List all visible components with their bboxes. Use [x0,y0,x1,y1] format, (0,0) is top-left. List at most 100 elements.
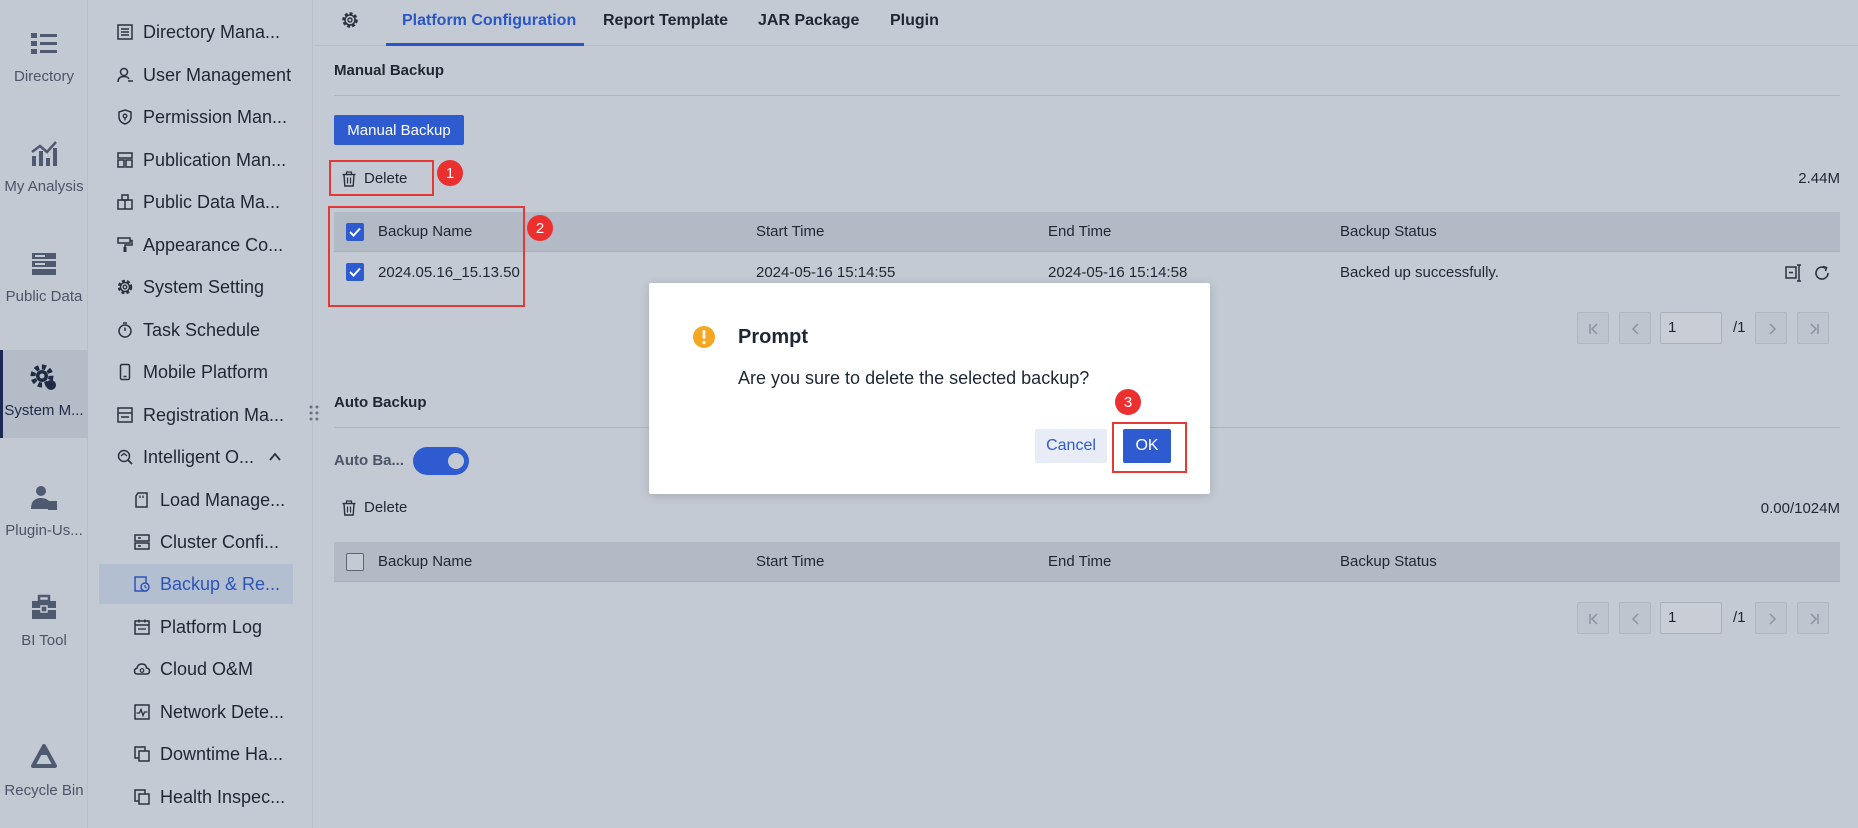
rail-item-directory[interactable]: Directory [0,16,88,104]
tab-jar-package[interactable]: JAR Package [758,12,859,30]
page-number-input[interactable]: 1 [1660,312,1722,344]
layout-icon [117,152,133,168]
nav-item-label: Appearance Co... [143,234,284,255]
nav-item-backup-restore[interactable]: Backup & Re... [99,564,293,604]
nav-item-intelligent-om[interactable]: Intelligent O... [89,437,313,477]
nav-item-platform-log[interactable]: Platform Log [89,607,313,647]
nav-item-label: Task Schedule [143,319,261,340]
nav-item-system-setting[interactable]: System Setting [89,267,313,307]
section-divider [334,95,1840,96]
last-page-icon [1810,613,1819,625]
auto-backup-table-header: Backup Name Start Time End Time Backup S… [334,542,1840,582]
pager-prev-button[interactable] [1619,602,1651,634]
nav-item-network-detection[interactable]: Network Dete... [89,692,313,732]
nav-item-label: System Setting [143,276,265,297]
nav-item-downtime-handling[interactable]: Downtime Ha... [89,734,313,774]
rail-item-public-data[interactable]: Public Data [0,236,88,324]
nav-item-load-management[interactable]: Load Manage... [89,480,313,520]
select-all-checkbox[interactable] [346,553,364,571]
nav-item-label: Publication Man... [143,149,287,170]
pager-last-button[interactable] [1797,602,1829,634]
pager-first-button[interactable] [1577,312,1609,344]
rail-item-system-management[interactable]: System M... [0,350,88,438]
nav-item-health-inspection[interactable]: Health Inspec... [89,777,313,817]
first-page-icon [1589,613,1598,625]
nav-item-publication-management[interactable]: Publication Man... [89,140,313,180]
analysis-chart-icon [31,141,57,166]
nav-item-label: Cloud O&M [160,658,254,679]
column-backup-status: Backup Status [1340,553,1437,570]
top-tab-bar: Platform Configuration Report Template J… [314,0,1858,46]
rail-item-recycle-bin[interactable]: Recycle Bin [0,730,88,818]
rail-label: Plugin-Us... [5,522,83,539]
first-page-icon [1589,323,1598,335]
nav-item-user-management[interactable]: User Management [89,55,313,95]
nav-item-cluster-configuration[interactable]: Cluster Confi... [89,522,313,562]
copy-document-icon [134,789,150,805]
rail-label: Public Data [5,288,83,305]
calendar-log-icon [134,619,150,635]
cancel-button[interactable]: Cancel [1035,429,1107,463]
nav-item-mobile-platform[interactable]: Mobile Platform [89,352,313,392]
panel-resize-handle-icon[interactable] [307,404,321,422]
auto-backup-toggle[interactable] [413,447,469,475]
tab-report-template[interactable]: Report Template [603,12,728,30]
gear-icon [117,279,133,295]
chevron-left-icon [1631,613,1639,625]
nav-item-directory-management[interactable]: Directory Mana... [89,12,313,52]
nav-item-label: Load Manage... [160,489,286,510]
rail-item-plugin-use[interactable]: Plugin-Us... [0,470,88,558]
toolbox-icon [32,594,56,619]
registration-icon [117,407,133,423]
warning-icon [693,326,715,348]
column-backup-status: Backup Status [1340,223,1437,240]
nav-item-label: Downtime Ha... [160,743,284,764]
shield-icon [118,109,132,125]
manual-backup-button[interactable]: Manual Backup [334,115,464,145]
page-number-input[interactable]: 1 [1660,602,1722,634]
nav-item-task-schedule[interactable]: Task Schedule [89,310,313,350]
rail-item-bi-tool[interactable]: BI Tool [0,580,88,668]
chevron-up-icon[interactable] [268,450,282,464]
tab-plugin[interactable]: Plugin [890,12,939,30]
delete-label: Delete [364,499,408,516]
system-nav-panel: Directory Mana... User Management Permis… [89,0,313,828]
tab-platform-configuration[interactable]: Platform Configuration [402,12,576,30]
paint-roller-icon [117,237,133,252]
restore-icon[interactable] [1784,263,1804,283]
cell-end-time: 2024-05-16 15:14:58 [1048,264,1188,281]
pager-first-button[interactable] [1577,602,1609,634]
annotation-box-selection [328,206,525,307]
copy-document-icon [134,746,150,762]
server-icon [134,534,150,550]
dialog-message: Are you sure to delete the selected back… [738,368,1090,388]
chevron-left-icon [1631,323,1639,335]
cell-backup-status: Backed up successfully. [1340,264,1499,281]
pager-last-button[interactable] [1797,312,1829,344]
refresh-icon[interactable] [1812,263,1832,283]
annotation-box-ok [1112,422,1187,473]
settings-gear-icon[interactable] [340,10,360,30]
nav-item-permission-management[interactable]: Permission Man... [89,97,313,137]
manual-backup-table-header: Backup Name Start Time End Time Backup S… [334,212,1840,252]
nav-item-label: Permission Man... [143,106,288,127]
nav-item-appearance-configuration[interactable]: Appearance Co... [89,225,313,265]
nav-item-cloud-om[interactable]: Cloud O&M [89,649,313,689]
pager-prev-button[interactable] [1619,312,1651,344]
annotation-badge-3: 3 [1115,389,1141,415]
rail-label: BI Tool [21,632,67,649]
nav-item-registration-management[interactable]: Registration Ma... [89,395,313,435]
rail-item-my-analysis[interactable]: My Analysis [0,126,88,214]
nav-item-label: Network Dete... [160,701,285,722]
cell-start-time: 2024-05-16 15:14:55 [756,264,896,281]
nav-item-public-data-management[interactable]: Public Data Ma... [89,182,313,222]
nav-item-label: Directory Mana... [143,21,281,42]
pager-next-button[interactable] [1755,602,1787,634]
page-total: /1 [1733,319,1746,336]
nav-item-label: Platform Log [160,616,263,637]
user-icon [117,67,133,83]
auto-delete-button[interactable]: Delete [341,499,407,516]
nav-item-label: Public Data Ma... [143,191,281,212]
column-start-time: Start Time [756,223,825,240]
pager-next-button[interactable] [1755,312,1787,344]
